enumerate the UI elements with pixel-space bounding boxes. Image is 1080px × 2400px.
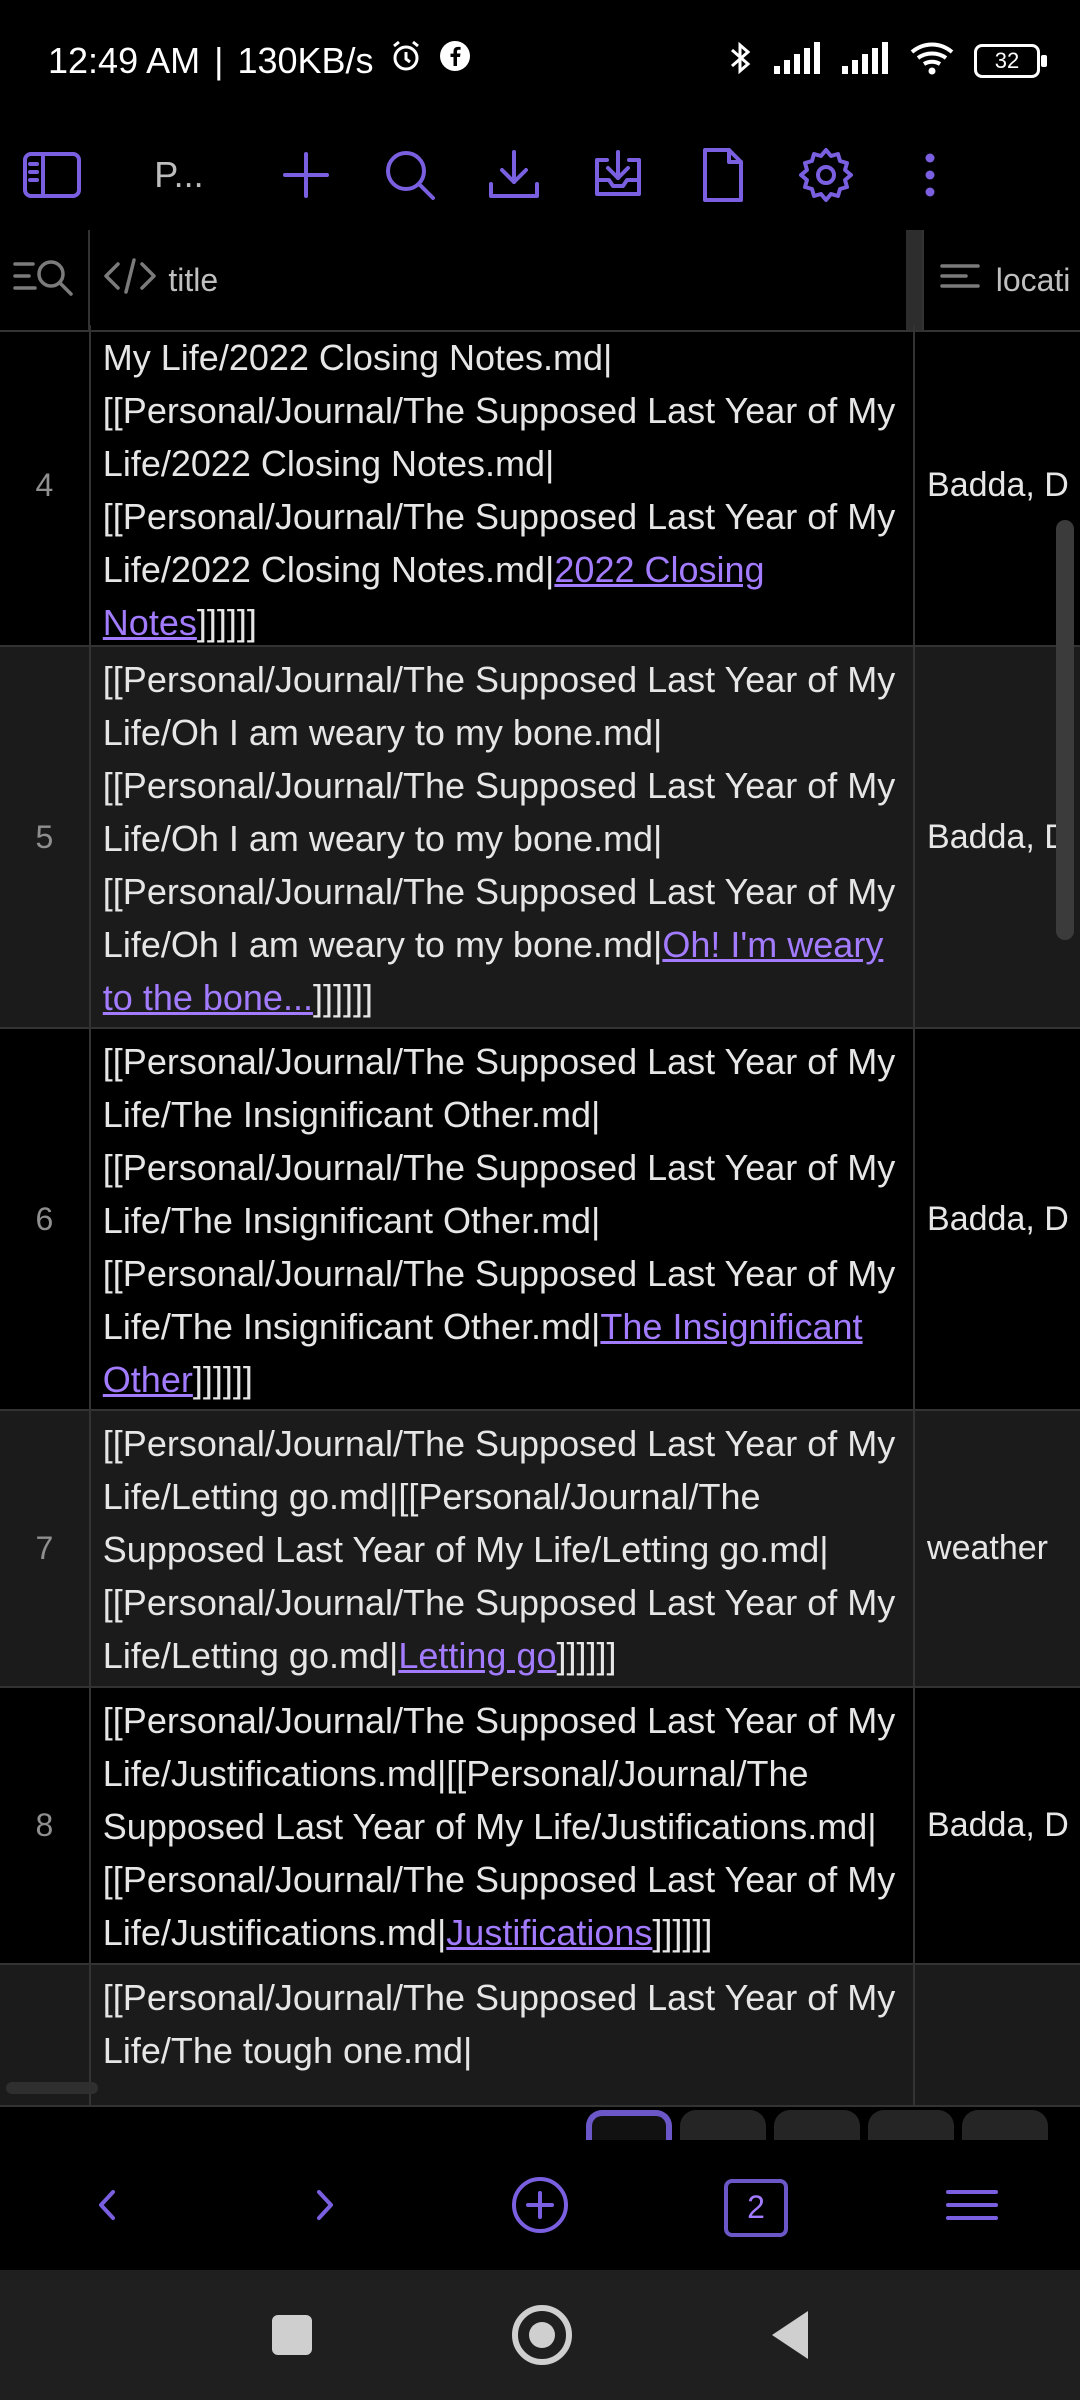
back-button[interactable] — [63, 2163, 153, 2253]
forward-button[interactable] — [279, 2163, 369, 2253]
settings-button[interactable] — [774, 120, 878, 230]
location-cell[interactable]: Badda, D — [915, 1029, 1080, 1409]
menu-button[interactable] — [927, 2163, 1017, 2253]
table-row[interactable]: [[Personal/Journal/The Supposed Last Yea… — [0, 1965, 1080, 2107]
row-number: 6 — [0, 1029, 91, 1409]
title-cell[interactable]: [[Personal/Journal/The Supposed Last Yea… — [91, 647, 916, 1027]
status-speed: 130KB/s — [237, 39, 374, 81]
import-button[interactable] — [566, 120, 670, 230]
tab[interactable] — [680, 2110, 766, 2140]
sidebar-toggle-button[interactable] — [0, 120, 104, 230]
status-right: 32 — [728, 38, 1047, 83]
vertical-scrollbar[interactable] — [1056, 520, 1074, 940]
battery-icon: 32 — [974, 43, 1047, 78]
system-back-button[interactable] — [772, 2311, 808, 2359]
inbox-download-icon — [583, 140, 653, 210]
home-dot — [529, 2322, 555, 2348]
location-cell[interactable] — [915, 1965, 1080, 2105]
location-cell[interactable]: weather — [915, 1411, 1080, 1686]
status-left: 12:49 AM | 130KB/s — [48, 38, 472, 83]
gear-icon — [791, 140, 861, 210]
chevron-left-icon — [83, 2180, 133, 2235]
recents-button[interactable] — [272, 2315, 312, 2355]
signal-icon-2 — [840, 40, 890, 81]
tabs-button[interactable]: 2 — [711, 2163, 801, 2253]
title-cell-suffix: ]]]]]] — [312, 977, 373, 1018]
bottom-navigation: 2 — [0, 2145, 1080, 2270]
tab-strip — [586, 2110, 1066, 2140]
page-button[interactable] — [670, 120, 774, 230]
document-icon — [687, 140, 757, 210]
title-cell[interactable]: [[Personal/Journal/The Supposed Last Yea… — [91, 1029, 916, 1409]
text-align-icon — [938, 256, 982, 304]
horizontal-scrollbar[interactable] — [6, 2082, 98, 2094]
title-cell[interactable]: [[Personal/Journal/The Supposed Last Yea… — [91, 1688, 916, 1963]
list-search-icon — [9, 248, 79, 313]
table-body: 4 My Life/2022 Closing Notes.md| [[Person… — [0, 325, 1080, 2107]
title-cell-text: [[Personal/Journal/The Supposed Last Yea… — [102, 1977, 896, 2071]
filter-rows-button[interactable] — [0, 230, 91, 330]
table-row[interactable]: 7 [[Personal/Journal/The Supposed Last Ye… — [0, 1411, 1080, 1688]
alarm-icon — [388, 38, 424, 83]
more-options-button[interactable] — [878, 120, 982, 230]
column-header-title[interactable]: title — [90, 230, 924, 330]
search-button[interactable] — [358, 120, 462, 230]
plus-circle-icon — [505, 2170, 575, 2245]
location-cell[interactable]: Badda, D — [915, 1688, 1080, 1963]
table-row[interactable]: 6 [[Personal/Journal/The Supposed Last Ye… — [0, 1029, 1080, 1411]
status-separator: | — [214, 39, 224, 81]
title-cell-text: [[Personal/Journal/The Supposed Last Yea… — [102, 659, 896, 965]
new-tab-button[interactable] — [495, 2163, 585, 2253]
more-vertical-icon — [895, 140, 965, 210]
note-title[interactable]: P... — [104, 154, 254, 196]
title-cell-text: My Life/2022 Closing Notes.md| [[Persona… — [102, 337, 896, 590]
home-button[interactable] — [512, 2305, 572, 2365]
top-toolbar: P... — [0, 120, 1080, 230]
note-link[interactable]: Letting go — [398, 1635, 556, 1676]
code-icon — [102, 256, 158, 304]
tab[interactable] — [868, 2110, 954, 2140]
column-location-label: locati — [995, 261, 1071, 298]
tab-active[interactable] — [586, 2110, 672, 2140]
title-cell[interactable]: [[Personal/Journal/The Supposed Last Yea… — [91, 1411, 916, 1686]
chevron-right-icon — [299, 2180, 349, 2235]
note-link[interactable]: Justifications — [446, 1912, 652, 1953]
table-row[interactable]: 4 My Life/2022 Closing Notes.md| [[Person… — [0, 325, 1080, 647]
tab[interactable] — [962, 2110, 1048, 2140]
tab-count-badge: 2 — [724, 2178, 788, 2237]
table-header: title locati — [0, 230, 1080, 332]
download-icon — [479, 140, 549, 210]
row-number: 8 — [0, 1688, 91, 1963]
table-row[interactable]: 8 [[Personal/Journal/The Supposed Last Ye… — [0, 1688, 1080, 1965]
download-button[interactable] — [462, 120, 566, 230]
tab[interactable] — [774, 2110, 860, 2140]
title-cell-suffix: ]]]]]] — [196, 602, 257, 643]
search-icon — [375, 140, 445, 210]
title-cell-suffix: ]]]]]] — [652, 1912, 713, 1953]
column-title-label: title — [168, 261, 219, 298]
column-resize-handle[interactable] — [905, 230, 922, 330]
row-number: 7 — [0, 1411, 91, 1686]
row-number: 5 — [0, 647, 91, 1027]
plus-icon — [271, 140, 341, 210]
status-time: 12:49 AM — [48, 39, 201, 81]
sidebar-icon — [17, 140, 87, 210]
title-cell[interactable]: My Life/2022 Closing Notes.md| [[Persona… — [91, 325, 916, 645]
facebook-icon — [438, 39, 472, 82]
bluetooth-icon — [728, 38, 754, 83]
wifi-icon — [908, 40, 956, 81]
column-header-location[interactable]: locati — [924, 230, 1080, 330]
new-note-button[interactable] — [254, 120, 358, 230]
hamburger-icon — [942, 2180, 1002, 2235]
system-navigation-bar — [0, 2270, 1080, 2400]
signal-icon-1 — [772, 40, 822, 81]
title-cell-suffix: ]]]]]] — [192, 1359, 253, 1400]
status-bar: 12:49 AM | 130KB/s 32 — [0, 0, 1080, 120]
title-cell-text: [[Personal/Journal/The Supposed Last Yea… — [102, 1041, 896, 1347]
title-cell-suffix: ]]]]]] — [556, 1635, 617, 1676]
row-number: 4 — [0, 325, 91, 645]
title-cell[interactable]: [[Personal/Journal/The Supposed Last Yea… — [91, 1965, 916, 2105]
table-row[interactable]: 5 [[Personal/Journal/The Supposed Last Ye… — [0, 647, 1080, 1029]
database-table: title locati 4 My Life/2022 Closing Notes… — [0, 230, 1080, 2110]
